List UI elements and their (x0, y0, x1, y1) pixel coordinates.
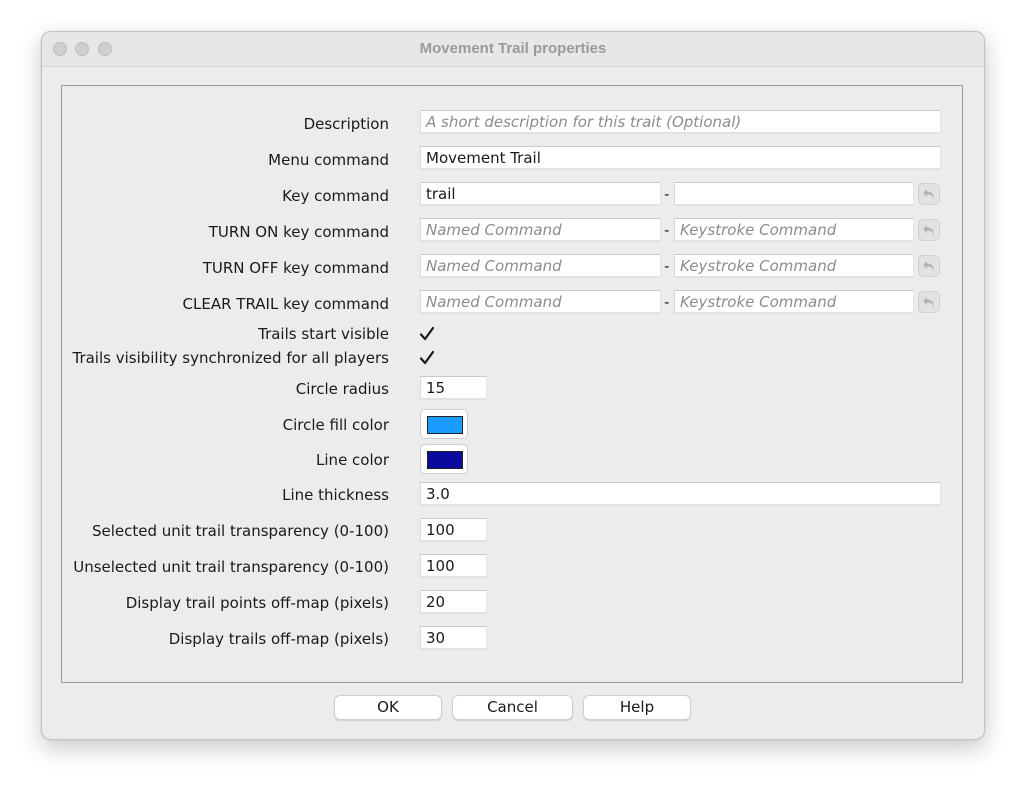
undo-arrow-icon (923, 225, 934, 235)
unselected-transparency-input[interactable]: 100 (420, 554, 487, 578)
line-color-swatch (427, 451, 463, 469)
clear-trail-separator: - (664, 293, 670, 311)
selected-transparency-label: Selected unit trail transparency (0-100) (92, 522, 389, 540)
ok-button[interactable]: OK (334, 695, 442, 720)
turn-off-named-input[interactable]: Named Command (420, 254, 661, 278)
description-placeholder: A short description for this trait (Opti… (426, 113, 742, 131)
turn-on-named-placeholder: Named Command (426, 221, 562, 239)
circle-fill-color-button[interactable] (420, 409, 468, 439)
line-thickness-input[interactable]: 3.0 (420, 482, 941, 506)
clear-trail-named-input[interactable]: Named Command (420, 290, 661, 314)
turn-on-keystroke-placeholder: Keystroke Command (680, 221, 837, 239)
trails-offmap-input[interactable]: 30 (420, 626, 487, 650)
trails-start-visible-label: Trails start visible (258, 325, 389, 343)
turn-off-keystroke-input[interactable]: Keystroke Command (674, 254, 914, 278)
key-command-separator: - (664, 185, 670, 203)
help-button[interactable]: Help (583, 695, 691, 720)
turn-on-separator: - (664, 221, 670, 239)
key-command-named-input[interactable]: trail (420, 182, 661, 206)
key-command-undo-button[interactable] (918, 183, 940, 205)
trail-points-offmap-input[interactable]: 20 (420, 590, 487, 614)
turn-off-label: TURN OFF key command (202, 259, 389, 277)
clear-trail-keystroke-input[interactable]: Keystroke Command (674, 290, 914, 314)
clear-trail-label: CLEAR TRAIL key command (182, 295, 389, 313)
undo-arrow-icon (923, 297, 934, 307)
circle-fill-color-label: Circle fill color (282, 416, 389, 434)
checkmark-icon (419, 326, 435, 341)
key-command-label: Key command (282, 187, 389, 205)
turn-off-undo-button[interactable] (918, 255, 940, 277)
turn-off-named-placeholder: Named Command (426, 257, 562, 275)
line-color-button[interactable] (420, 444, 468, 474)
trails-sync-label: Trails visibility synchronized for all p… (72, 349, 389, 367)
description-input[interactable]: A short description for this trait (Opti… (420, 110, 941, 134)
circle-fill-color-swatch (427, 416, 463, 434)
key-command-keystroke-input[interactable] (674, 182, 914, 206)
selected-transparency-input[interactable]: 100 (420, 518, 487, 542)
undo-arrow-icon (923, 189, 934, 199)
dialog-window: Movement Trail properties Description A … (41, 31, 985, 740)
unselected-transparency-label: Unselected unit trail transparency (0-10… (73, 558, 389, 576)
trail-points-offmap-label: Display trail points off-map (pixels) (125, 594, 389, 612)
description-label: Description (303, 115, 389, 133)
trails-offmap-label: Display trails off-map (pixels) (168, 630, 389, 648)
trails-sync-checkbox[interactable] (419, 350, 435, 366)
clear-trail-keystroke-placeholder: Keystroke Command (680, 293, 837, 311)
properties-panel: Description A short description for this… (61, 85, 963, 683)
circle-radius-label: Circle radius (295, 380, 389, 398)
turn-on-undo-button[interactable] (918, 219, 940, 241)
circle-radius-input[interactable]: 15 (420, 376, 487, 400)
cancel-button[interactable]: Cancel (452, 695, 573, 720)
turn-on-named-input[interactable]: Named Command (420, 218, 661, 242)
checkmark-icon (419, 350, 435, 365)
turn-on-keystroke-input[interactable]: Keystroke Command (674, 218, 914, 242)
undo-arrow-icon (923, 261, 934, 271)
line-color-label: Line color (316, 451, 389, 469)
menu-command-label: Menu command (268, 151, 389, 169)
title-bar[interactable]: Movement Trail properties (42, 32, 984, 67)
menu-command-input[interactable]: Movement Trail (420, 146, 941, 170)
line-thickness-label: Line thickness (282, 486, 389, 504)
trails-start-visible-checkbox[interactable] (419, 326, 435, 342)
turn-on-label: TURN ON key command (208, 223, 389, 241)
window-title: Movement Trail properties (419, 40, 607, 57)
turn-off-keystroke-placeholder: Keystroke Command (680, 257, 837, 275)
clear-trail-undo-button[interactable] (918, 291, 940, 313)
clear-trail-named-placeholder: Named Command (426, 293, 562, 311)
turn-off-separator: - (664, 257, 670, 275)
